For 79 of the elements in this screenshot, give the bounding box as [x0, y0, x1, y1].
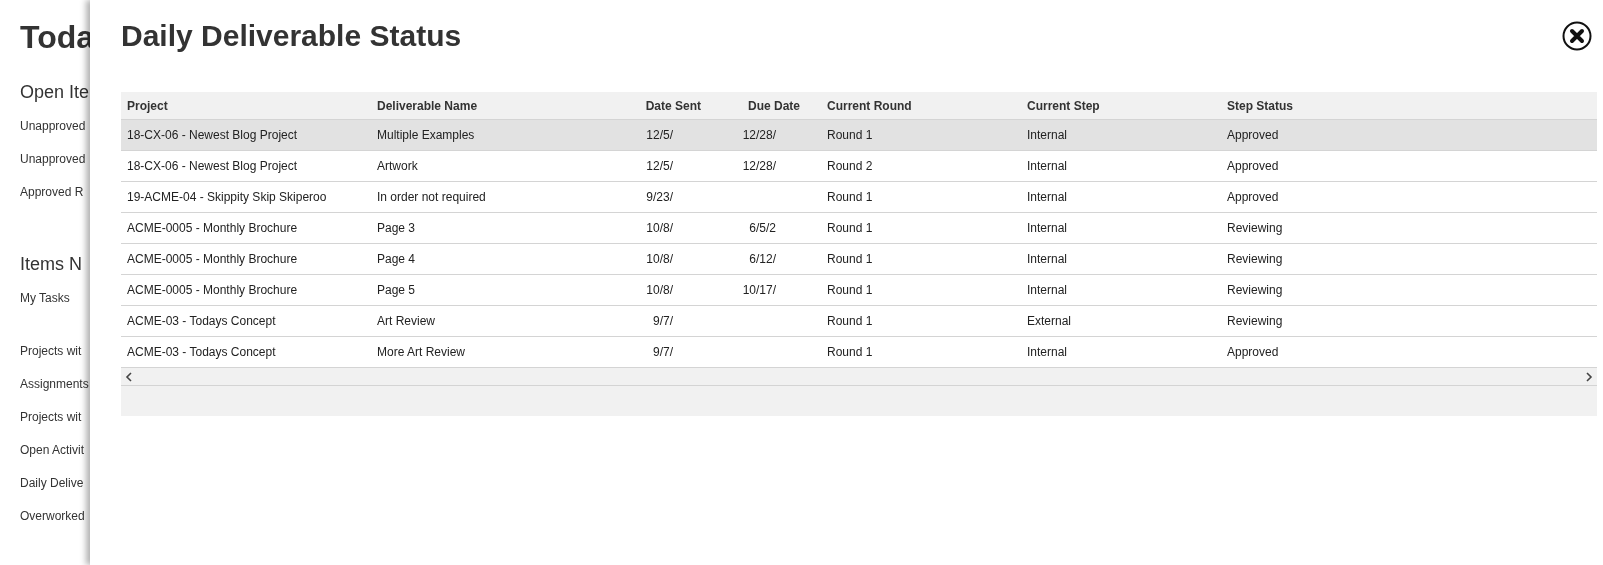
table-cell: Approved — [1227, 345, 1279, 359]
table-cell: Internal — [1027, 190, 1068, 204]
table-cell: Round 2 — [827, 159, 873, 173]
table-cell: 18-CX-06 - Newest Blog Project — [127, 128, 298, 142]
table-cell: Round 1 — [827, 252, 873, 266]
table-cell: 6/5/2 — [749, 221, 776, 235]
sidebar-link[interactable]: Projects wit — [20, 344, 90, 377]
table-cell: Artwork — [377, 159, 418, 173]
table-cell: 12/5/ — [646, 159, 673, 173]
table-cell: Round 1 — [827, 221, 873, 235]
table-cell: Multiple Examples — [377, 128, 475, 142]
table-cell: External — [1027, 314, 1072, 328]
table-cell: 9/7/ — [653, 345, 673, 359]
table-cell: 19-ACME-04 - Skippity Skip Skiperoo — [127, 190, 327, 204]
table-cell: Approved — [1227, 128, 1279, 142]
section-heading: Items N — [20, 254, 83, 275]
table-cell: 10/17/ — [742, 283, 776, 297]
table-cell: Page 5 — [377, 283, 416, 297]
sidebar-link[interactable]: Assignments — [20, 377, 90, 410]
sidebar-link[interactable]: Approved R — [20, 185, 90, 218]
table-cell: Round 1 — [827, 345, 873, 359]
table-cell: Internal — [1027, 283, 1068, 297]
table-cell: Reviewing — [1227, 283, 1283, 297]
table-cell: More Art Review — [377, 345, 466, 359]
column-header[interactable]: Date Sent — [645, 98, 701, 113]
table-cell: Approved — [1227, 159, 1279, 173]
table-cell: Internal — [1027, 252, 1068, 266]
column-header[interactable]: Step Status — [1227, 98, 1293, 113]
table-cell: 10/8/ — [646, 252, 673, 266]
sidebar-link[interactable]: Unapproved — [20, 152, 90, 185]
table-cell: Internal — [1027, 128, 1068, 142]
column-header[interactable]: Deliverable Name — [377, 98, 478, 113]
sidebar-link[interactable]: My Tasks — [20, 291, 90, 324]
table-cell: In order not required — [377, 190, 486, 204]
table-cell: 10/8/ — [646, 221, 673, 235]
table-cell: ACME-03 - Todays Concept — [127, 345, 276, 359]
table-cell: Internal — [1027, 345, 1068, 359]
table-cell: Reviewing — [1227, 314, 1283, 328]
horizontal-scrollbar[interactable] — [121, 368, 1597, 386]
column-header[interactable]: Due Date — [748, 98, 800, 113]
table-cell: Internal — [1027, 221, 1068, 235]
sidebar-link[interactable]: Unapproved — [20, 119, 90, 152]
sidebar-link[interactable]: Projects wit — [20, 410, 90, 443]
table-cell: 12/5/ — [646, 128, 673, 142]
table-cell: 12/28/ — [742, 159, 776, 173]
table-cell: Round 1 — [827, 314, 873, 328]
table-cell: Page 3 — [377, 221, 416, 235]
dialog-title: Daily Deliverable Status — [121, 19, 462, 53]
table-cell: 9/7/ — [653, 314, 673, 328]
page-title: Toda — [20, 19, 90, 56]
table-cell: Reviewing — [1227, 252, 1283, 266]
table-cell: 6/12/ — [749, 252, 776, 266]
table-cell: Art Review — [377, 314, 435, 328]
table-cell: 18-CX-06 - Newest Blog Project — [127, 159, 298, 173]
column-header[interactable]: Current Step — [1027, 98, 1100, 113]
table-cell: Reviewing — [1227, 221, 1283, 235]
table-cell: Page 4 — [377, 252, 416, 266]
sidebar-link[interactable]: Open Activit — [20, 443, 90, 476]
table-cell: 10/8/ — [646, 283, 673, 297]
table-cell: 9/23/ — [646, 190, 673, 204]
scroll-right-icon[interactable] — [1585, 371, 1593, 382]
column-header[interactable]: Project — [127, 98, 168, 113]
close-icon[interactable] — [1562, 21, 1592, 51]
table-row[interactable]: 18-CX-06 - Newest Blog Project Multiple Examples 12/5/ 12/28/ Round 1 Internal Approved — [121, 120, 1597, 151]
sidebar-link[interactable]: Overworked — [20, 509, 90, 542]
table-cell: ACME-0005 - Monthly Brochure — [127, 252, 298, 266]
table-cell: ACME-0005 - Monthly Brochure — [127, 283, 298, 297]
table-cell: ACME-03 - Todays Concept — [127, 314, 276, 328]
table-cell: Round 1 — [827, 190, 873, 204]
table-cell: ACME-0005 - Monthly Brochure — [127, 221, 298, 235]
table-cell: Round 1 — [827, 128, 873, 142]
section-heading: Open Ite — [20, 82, 90, 103]
sidebar-link[interactable]: Daily Delive — [20, 476, 90, 509]
column-header[interactable]: Current Round — [827, 98, 912, 113]
table-cell: Round 1 — [827, 283, 873, 297]
table-cell: Approved — [1227, 190, 1279, 204]
table-cell: Internal — [1027, 159, 1068, 173]
scroll-left-icon[interactable] — [125, 371, 133, 382]
table-cell: 12/28/ — [742, 128, 776, 142]
